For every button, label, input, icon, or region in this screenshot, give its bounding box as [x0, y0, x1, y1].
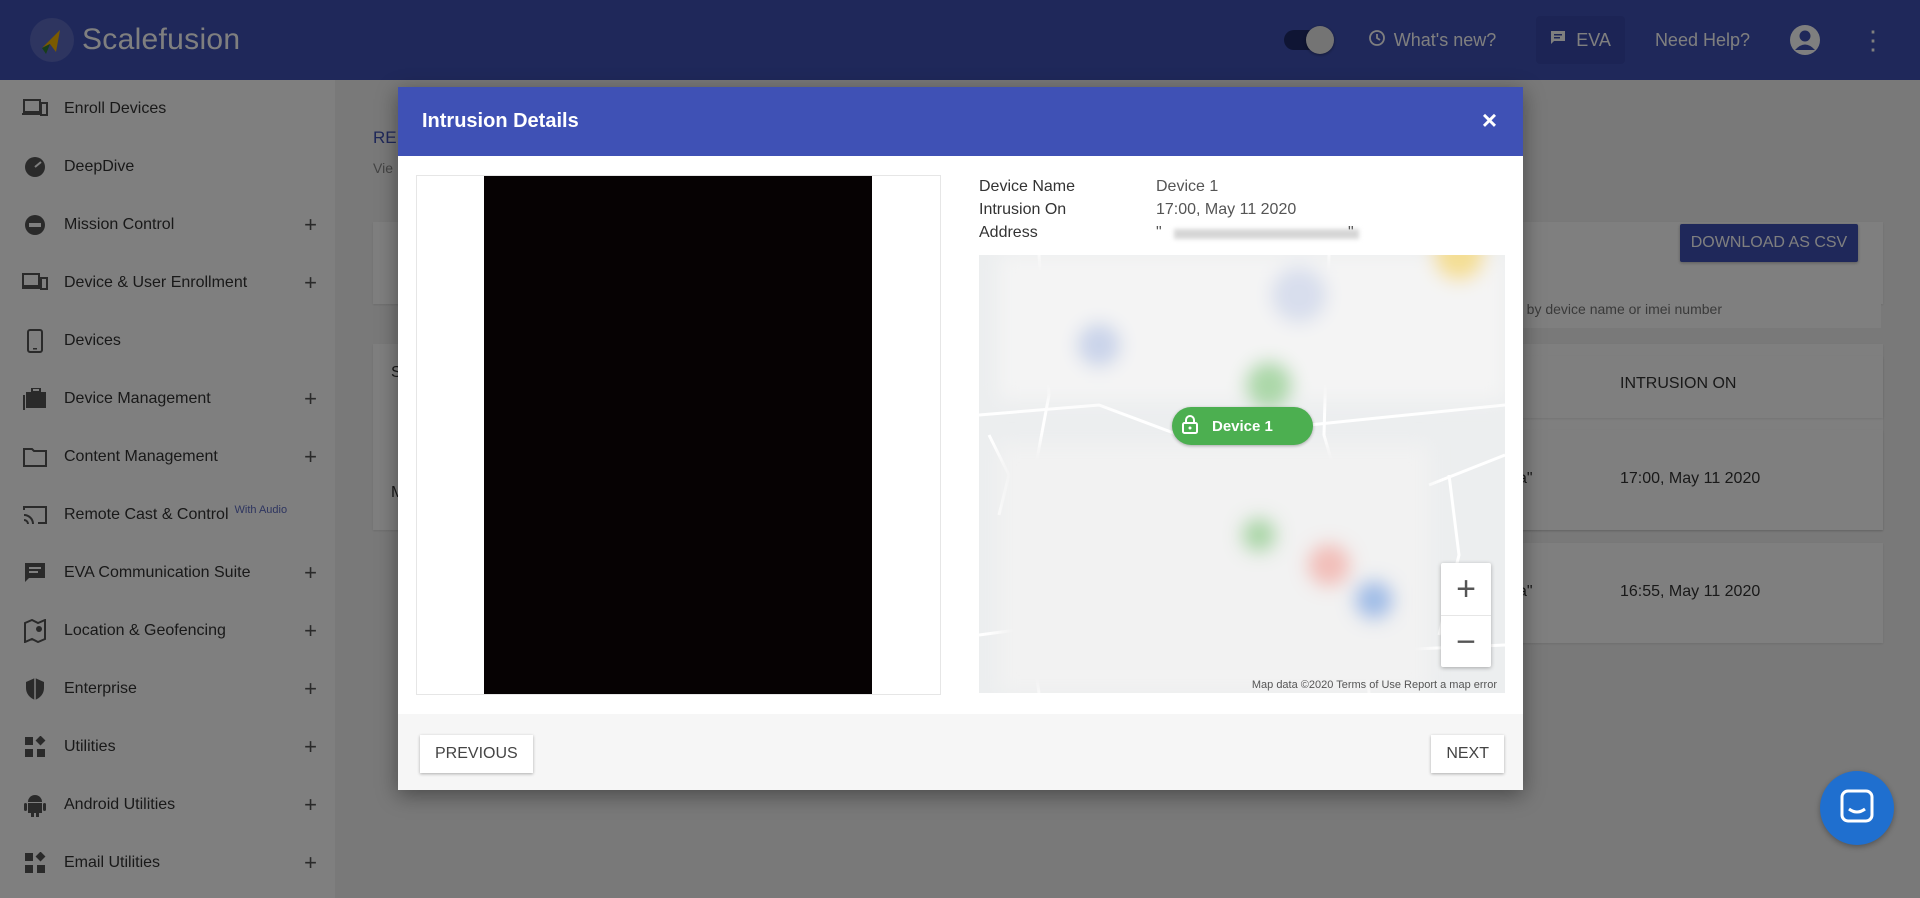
device-map-pin[interactable]: Device 1 [1172, 407, 1313, 445]
address-open-quote: " [1156, 223, 1162, 241]
map-pin-label: Device 1 [1212, 417, 1273, 435]
close-icon[interactable]: × [1482, 105, 1497, 136]
intrusion-details-modal: Intrusion Details × Device Name Device 1… [398, 87, 1523, 790]
intrusion-on-label: Intrusion On [979, 200, 1067, 218]
previous-button[interactable]: PREVIOUS [420, 735, 533, 773]
zoom-out-button[interactable]: − [1441, 615, 1491, 668]
address-close-quote: " [1348, 223, 1354, 241]
chat-launcher-button[interactable] [1820, 771, 1894, 845]
intrusion-photo [484, 176, 872, 694]
modal-header: Intrusion Details × [398, 87, 1523, 156]
zoom-in-button[interactable]: + [1441, 563, 1491, 615]
modal-title: Intrusion Details [422, 110, 579, 132]
map-zoom-control: + − [1441, 563, 1491, 667]
address-redacted [1174, 228, 1359, 239]
address-value: " " [1156, 223, 1359, 242]
map-attribution[interactable]: Map data ©2020 Terms of Use Report a map… [1252, 679, 1497, 691]
intrusion-on-value: 17:00, May 11 2020 [1156, 200, 1297, 218]
modal-footer: PREVIOUS NEXT [398, 714, 1523, 790]
next-button[interactable]: NEXT [1431, 735, 1504, 773]
intrusion-photo-frame [416, 175, 941, 695]
address-label: Address [979, 223, 1038, 241]
map-tiles [979, 255, 1505, 693]
intrusion-details: Device Name Device 1 Intrusion On 17:00,… [979, 175, 1359, 244]
lock-icon [1182, 414, 1198, 438]
chat-bubble-icon [1840, 789, 1874, 828]
location-map[interactable]: Device 1 + − Map data ©2020 Terms of Use… [979, 255, 1505, 693]
device-name-value: Device 1 [1156, 177, 1219, 195]
device-name-label: Device Name [979, 177, 1076, 195]
